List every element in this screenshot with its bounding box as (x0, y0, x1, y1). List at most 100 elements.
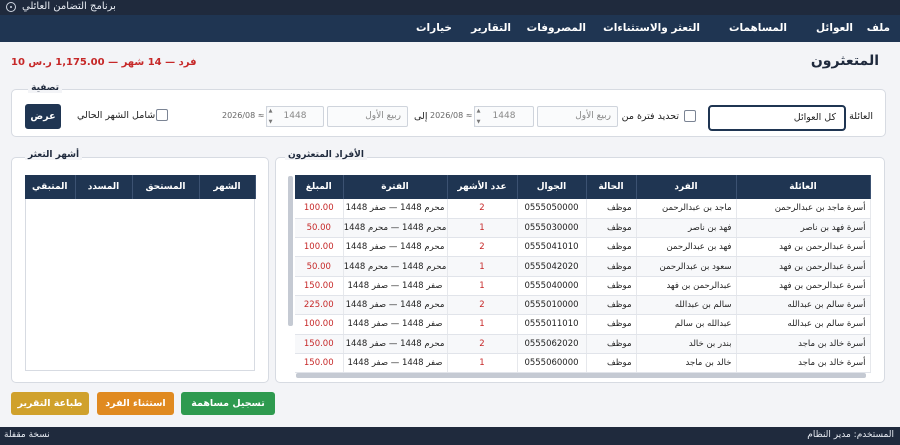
table-row[interactable]: 225.00 محرم 1448 — صفر 1448 2 0555010000 موظ… (295, 295, 871, 316)
from-year-spinner[interactable]: ▲ ▼ (474, 106, 482, 127)
page-title: المتعثرون (810, 53, 879, 69)
current-month-checkbox[interactable] (156, 109, 168, 121)
table-row[interactable]: 150.00 صفر 1448 — صفر 1448 1 0555040000 موظف… (295, 276, 871, 296)
table-cell: محرم 1448 — صفر 1448 (343, 199, 448, 219)
table-cell: أسرة سالم بن عبدالله (736, 314, 871, 335)
members-column-header[interactable]: الفرد (636, 175, 737, 199)
filter-section-title: تصفية (28, 83, 62, 93)
table-cell: 50.00 (295, 218, 344, 239)
current-month-label: شامل الشهر الحالي (77, 110, 156, 121)
table-cell: صفر 1448 — صفر 1448 (343, 353, 448, 374)
from-date-hint: 2026/08 ≈ (430, 111, 473, 120)
table-cell: موظف (586, 218, 637, 239)
table-cell: محرم 1448 — صفر 1448 (343, 295, 448, 316)
print-report-button[interactable]: طباعة التقرير (11, 392, 89, 415)
menu-defaulters[interactable]: التعثر والاستثناءات (603, 22, 700, 34)
members-column-header[interactable]: الجوال (517, 175, 587, 199)
from-month-input[interactable]: ربيع الأول (537, 106, 618, 127)
table-cell: صفر 1448 — صفر 1448 (343, 314, 448, 335)
members-column-header[interactable]: عدد الأشهر (447, 175, 518, 199)
to-date-hint: 2026/08 ≈ (222, 111, 265, 120)
table-cell: أسرة عبدالرحمن بن فهد (736, 237, 871, 258)
months-column-header[interactable]: المتبقي (25, 175, 76, 199)
table-cell: 1 (447, 276, 518, 296)
table-row[interactable]: 50.00 محرم 1448 — محرم 1448 1 0555042020 موظ… (295, 256, 871, 277)
table-cell: موظف (586, 199, 637, 219)
table-cell: محرم 1448 — محرم 1448 (343, 218, 448, 239)
to-year-input[interactable]: 1448 (266, 106, 324, 127)
table-cell: محرم 1448 — محرم 1448 (343, 256, 448, 277)
status-bar: نسخة مقفلة المستخدم: مدير النظام (0, 427, 900, 445)
table-cell: 150.00 (295, 353, 344, 374)
table-row[interactable]: 100.00 صفر 1448 — صفر 1448 1 0555011010 موظف… (295, 314, 871, 335)
menu-expenses[interactable]: المصروفات (527, 22, 586, 34)
table-cell: أسرة فهد بن ناصر (736, 218, 871, 239)
table-cell: فهد بن ناصر (636, 218, 737, 239)
menu-contributions[interactable]: المساهمات (729, 22, 787, 34)
months-column-header[interactable]: المسدد (75, 175, 133, 199)
table-cell: 0555030000 (517, 218, 587, 239)
table-row[interactable]: 100.00 محرم 1448 — صفر 1448 2 0555050000 موظ… (295, 199, 871, 219)
table-cell: 2 (447, 199, 518, 219)
months-table-body (25, 199, 255, 371)
members-horizontal-scrollbar[interactable] (296, 373, 866, 378)
table-cell: أسرة خالد بن ماجد (736, 353, 871, 374)
table-cell: أسرة سالم بن عبدالله (736, 295, 871, 316)
period-checkbox[interactable] (684, 110, 696, 122)
table-cell: سالم بن عبدالله (636, 295, 737, 316)
table-cell: 2 (447, 334, 518, 354)
members-vertical-scrollbar[interactable] (288, 176, 293, 326)
user-status: المستخدم: مدير النظام (807, 430, 894, 440)
members-column-header[interactable]: العائلة (736, 175, 871, 199)
months-section-title: أشهر التعثر (25, 150, 83, 160)
family-select[interactable]: كل العوائل (708, 105, 846, 131)
exclude-member-button[interactable]: استثناء الفرد (97, 392, 174, 415)
table-cell: 1 (447, 256, 518, 277)
table-cell: 2 (447, 237, 518, 258)
table-cell: موظف (586, 334, 637, 354)
table-cell: موظف (586, 276, 637, 296)
months-column-header[interactable]: المستحق (132, 175, 200, 199)
table-cell: 0555060000 (517, 353, 587, 374)
table-cell: 0555011010 (517, 314, 587, 335)
table-cell: 0555040000 (517, 276, 587, 296)
menu-reports[interactable]: التقارير (471, 22, 511, 34)
defaulters-summary: 10 فرد — 14 شهر — 1,175.00 ر.س (11, 57, 197, 68)
table-cell: 0555050000 (517, 199, 587, 219)
to-label: إلى (414, 111, 428, 122)
table-cell: موظف (586, 237, 637, 258)
backup-status: نسخة مقفلة (4, 430, 50, 440)
table-cell: محرم 1448 — صفر 1448 (343, 237, 448, 258)
members-column-header[interactable]: الفترة (343, 175, 448, 199)
members-column-header[interactable]: المبلغ (295, 175, 344, 199)
table-cell: أسرة عبدالرحمن بن فهد (736, 276, 871, 296)
table-cell: خالد بن ماجد (636, 353, 737, 374)
menu-families[interactable]: العوائل (816, 22, 853, 34)
table-cell: 150.00 (295, 334, 344, 354)
title-bar: برنامج التضامن العائلي (0, 0, 900, 15)
table-cell: 2 (447, 295, 518, 316)
table-cell: موظف (586, 295, 637, 316)
months-column-header[interactable]: الشهر (199, 175, 256, 199)
table-row[interactable]: 150.00 محرم 1448 — صفر 1448 2 0555062020 موظ… (295, 334, 871, 354)
table-cell: ماجد بن عبدالرحمن (636, 199, 737, 219)
menu-file[interactable]: ملف (867, 22, 890, 34)
table-row[interactable]: 150.00 صفر 1448 — صفر 1448 1 0555060000 موظف… (295, 353, 871, 374)
table-cell: أسرة خالد بن ماجد (736, 334, 871, 354)
table-row[interactable]: 50.00 محرم 1448 — محرم 1448 1 0555030000 موظ… (295, 218, 871, 239)
table-cell: 1 (447, 353, 518, 374)
menu-options[interactable]: خيارات (416, 22, 452, 34)
table-cell: موظف (586, 314, 637, 335)
table-cell: محرم 1448 — صفر 1448 (343, 334, 448, 354)
members-column-header[interactable]: الحالة (586, 175, 637, 199)
months-table: المتبقي المسدد المستحق الشهر (25, 175, 256, 199)
to-year-spinner[interactable]: ▲ ▼ (266, 106, 274, 127)
to-month-input[interactable]: ربيع الأول (327, 106, 408, 127)
register-contribution-button[interactable]: تسجيل مساهمة (181, 392, 275, 415)
from-year-input[interactable]: 1448 (474, 106, 534, 127)
show-button[interactable]: عرض (25, 104, 61, 129)
table-cell: 100.00 (295, 199, 344, 219)
table-cell: أسرة عبدالرحمن بن فهد (736, 256, 871, 277)
family-label: العائلة (849, 111, 873, 122)
table-row[interactable]: 100.00 محرم 1448 — صفر 1448 2 0555041010 موظ… (295, 237, 871, 258)
